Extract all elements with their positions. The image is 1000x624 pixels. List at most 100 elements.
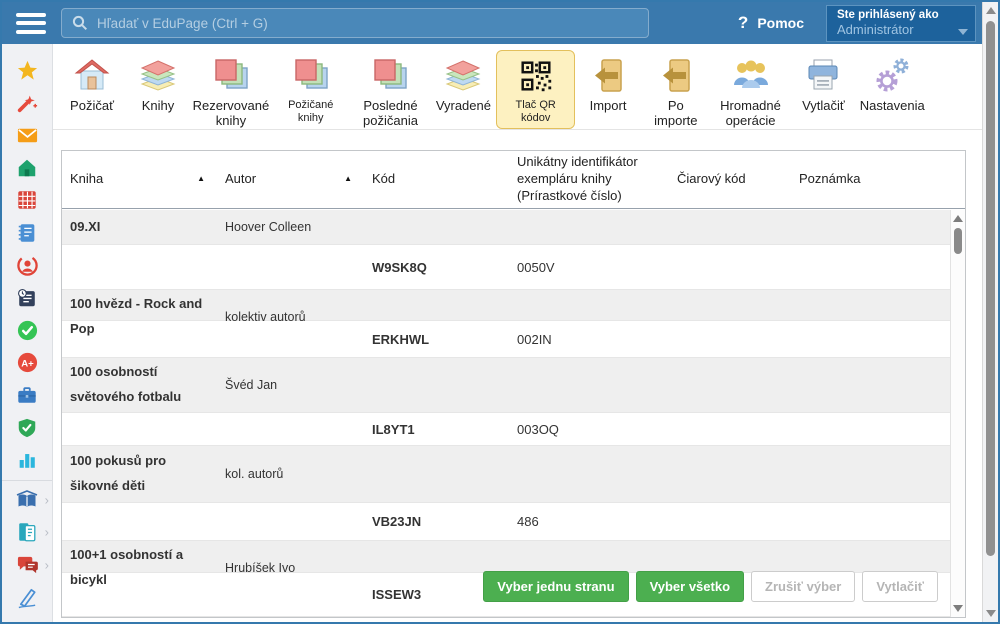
sidebar-item-plans[interactable]: ›	[2, 516, 52, 549]
table-row[interactable]: 09.XI Hoover Colleen	[62, 210, 951, 245]
edupage-window: Hľadať v EduPage (Ctrl + G) ? Pomoc Ste …	[0, 0, 1000, 624]
table-row[interactable]: 100 hvězd - Rock and Pop kolektiv autorů	[62, 290, 951, 321]
sidebar-item-messages-mail[interactable]	[2, 119, 52, 152]
table-scrollbar-thumb[interactable]	[954, 228, 962, 254]
menu-icon[interactable]	[16, 13, 46, 34]
user-menu-caption: Ste prihlásený ako	[837, 9, 965, 21]
user-menu[interactable]: Ste prihlásený ako Administrátor	[826, 5, 976, 42]
table-row[interactable]: 100+1 osobností a bicykl Hrubíšek Ivo	[62, 541, 951, 573]
column-header-poznamka[interactable]: Poznámka	[791, 171, 951, 188]
substitution-icon	[16, 254, 39, 277]
column-header-kod[interactable]: Kód	[364, 171, 509, 188]
clear-selection-button[interactable]: Zrušiť výber	[751, 571, 855, 602]
toolbar-label: Požičané knihy	[277, 99, 345, 124]
notebook-icon	[16, 222, 38, 244]
table-row[interactable]: VB23JN 486	[62, 503, 951, 541]
toolbar-item-reserved-books[interactable]: Rezervované knihy	[191, 50, 271, 134]
sidebar-item-grades[interactable]: A+	[2, 347, 52, 380]
selection-actions: Vyber jednu stranu Vyber všetko Zrušiť v…	[483, 571, 938, 602]
help-icon: ?	[738, 13, 748, 33]
briefcase-icon	[16, 384, 38, 406]
sort-asc-icon[interactable]: ▲	[197, 174, 205, 184]
toolbar-item-lent-books[interactable]: Požičané knihy	[271, 50, 351, 129]
column-header-autor[interactable]: Autor ▲	[217, 171, 364, 188]
table-header: Kniha ▲ Autor ▲ Kód Unikátny identifikát…	[62, 151, 965, 209]
sidebar-item-briefcase[interactable]	[2, 379, 52, 412]
column-header-identifikator[interactable]: Unikátny identifikátor exempláru knihy (…	[509, 154, 669, 205]
search-placeholder: Hľadať v EduPage (Ctrl + G)	[97, 16, 268, 31]
toolbar-item-lend[interactable]: Požičať	[59, 50, 125, 119]
books-table: Kniha ▲ Autor ▲ Kód Unikátny identifikát…	[61, 150, 966, 618]
mail-icon	[16, 124, 39, 147]
gears-icon	[872, 56, 912, 96]
main-content: Požičať Knihy Rezervované knihy Požičané…	[53, 44, 982, 622]
scroll-down-icon[interactable]	[953, 605, 963, 612]
library-toolbar: Požičať Knihy Rezervované knihy Požičané…	[53, 44, 982, 130]
table-row[interactable]: 100 pokusů pro šikovné děti kol. autorů	[62, 446, 951, 503]
chevron-right-icon: ›	[45, 558, 49, 571]
sidebar-item-communication[interactable]: ›	[2, 549, 52, 582]
attendance-check-icon	[16, 319, 39, 342]
toolbar-item-discarded[interactable]: Vyradené	[430, 50, 496, 119]
sidebar-item-library[interactable]: ›	[2, 484, 52, 517]
toolbar-label: Po importe	[647, 99, 705, 129]
grades-a-plus-icon: A+	[16, 351, 39, 374]
scroll-up-icon[interactable]	[986, 7, 996, 14]
toolbar-item-bulk-operations[interactable]: Hromadné operácie	[711, 50, 791, 134]
timetable-icon	[16, 189, 38, 211]
house-icon	[72, 56, 112, 96]
sidebar-item-signature[interactable]	[2, 581, 52, 614]
sidebar-item-behavior[interactable]	[2, 412, 52, 445]
qr-code-icon	[517, 57, 555, 95]
sidebar-item-calendar[interactable]	[2, 282, 52, 315]
stacked-books-icon	[291, 56, 331, 96]
sidebar-item-substitution[interactable]	[2, 249, 52, 282]
select-all-button[interactable]: Vyber všetko	[636, 571, 744, 602]
sidebar-divider	[2, 480, 52, 481]
pen-icon	[16, 586, 39, 609]
wand-icon	[16, 92, 38, 114]
toolbar-label: Hromadné operácie	[717, 99, 785, 129]
toolbar-item-print[interactable]: Vytlačiť	[790, 50, 856, 119]
top-bar: Hľadať v EduPage (Ctrl + G) ? Pomoc Ste …	[2, 2, 982, 44]
search-icon	[72, 15, 88, 31]
sidebar-item-wizard[interactable]	[2, 87, 52, 120]
column-header-kniha[interactable]: Kniha ▲	[62, 171, 217, 188]
help-button[interactable]: ? Pomoc	[738, 13, 804, 33]
sidebar-item-home[interactable]	[2, 152, 52, 185]
toolbar-item-settings[interactable]: Nastavenia	[856, 50, 928, 119]
scroll-down-icon[interactable]	[986, 610, 996, 617]
home-icon	[16, 157, 38, 179]
chevron-down-icon	[958, 29, 968, 35]
people-group-icon	[731, 56, 771, 96]
sidebar-item-notebook[interactable]	[2, 217, 52, 250]
star-icon	[16, 59, 39, 82]
search-input[interactable]: Hľadať v EduPage (Ctrl + G)	[61, 8, 649, 38]
scroll-up-icon[interactable]	[953, 215, 963, 222]
table-scrollbar[interactable]	[950, 210, 965, 617]
table-row[interactable]: IL8YT1 003OQ	[62, 413, 951, 446]
page-scrollbar-thumb[interactable]	[986, 21, 995, 556]
sidebar-item-timetable[interactable]	[2, 184, 52, 217]
chevron-right-icon: ›	[45, 493, 49, 506]
table-row[interactable]: 100 osobností světového fotbalu Švéd Jan	[62, 358, 951, 413]
column-header-ciarovy-kod[interactable]: Čiarový kód	[669, 171, 791, 188]
select-one-page-button[interactable]: Vyber jednu stranu	[483, 571, 628, 602]
page-scrollbar[interactable]	[982, 2, 998, 622]
table-row[interactable]: W9SK8Q 0050V	[62, 245, 951, 290]
printer-icon	[803, 56, 843, 96]
table-body: 09.XI Hoover Colleen W9SK8Q 0050V 100 hv…	[62, 210, 951, 617]
toolbar-item-recent-loans[interactable]: Posledné požičania	[351, 50, 431, 134]
toolbar-item-print-qr-codes[interactable]: Tlač QR kódov	[496, 50, 575, 129]
toolbar-label: Vytlačiť	[802, 99, 845, 114]
toolbar-item-books[interactable]: Knihy	[125, 50, 191, 119]
sidebar-item-favorites[interactable]	[2, 54, 52, 87]
toolbar-item-after-import[interactable]: Po importe	[641, 50, 711, 134]
sort-asc-icon[interactable]: ▲	[344, 174, 352, 184]
import-door-icon	[656, 56, 696, 96]
sidebar-item-results[interactable]	[2, 444, 52, 477]
sidebar-item-attendance[interactable]	[2, 314, 52, 347]
toolbar-item-import[interactable]: Import	[575, 50, 641, 119]
layers-icon	[443, 56, 483, 96]
print-button[interactable]: Vytlačiť	[862, 571, 938, 602]
